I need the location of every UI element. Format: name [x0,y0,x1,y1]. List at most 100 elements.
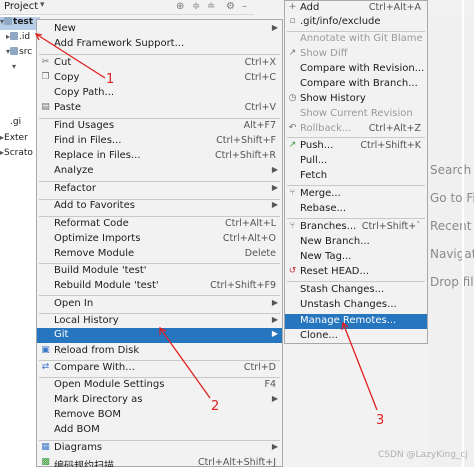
expand-icon[interactable]: ≐ [207,1,215,12]
folder-icon [4,17,13,25]
rollback-icon: ↶ [288,123,297,133]
editor-placeholder [428,15,474,467]
menu-item-replace-in-files[interactable]: Replace in Files... Ctrl+Shift+R [37,149,282,164]
submenu-arrow-icon: ▶ [271,183,278,192]
watermark: CSDN @LazyKing_cj [378,450,468,460]
scan-icon: ▩ [41,457,50,467]
git-item-annotate[interactable]: Annotate with Git Blame [285,32,427,47]
gear-plus-icon[interactable]: ⊕ [176,1,184,12]
project-tree: ▾ test ▸ .id ▾ src ▾ .gi ▸Exter ▸Scrato [0,15,40,467]
hint-navigation-bar: Navigati [430,247,474,261]
git-item-push[interactable]: ↗ Push... Ctrl+Shift+K [285,139,427,154]
folder-icon [10,32,19,40]
git-item-branches[interactable]: ⑂ Branches... Ctrl+Shift+` [285,220,427,235]
menu-item-add-to-favorites[interactable]: Add to Favorites ▶ [37,199,282,214]
git-item-merge[interactable]: ⑂ Merge... [285,187,427,202]
menu-separator [287,137,425,138]
git-item-rollback[interactable]: ↶ Rollback... Ctrl+Alt+Z [285,122,427,137]
git-item-fetch[interactable]: Fetch [285,169,427,184]
submenu-arrow-icon: ▶ [271,298,278,307]
clock-icon: ◷ [288,93,297,103]
menu-item-remove-bom[interactable]: Remove BOM [37,408,282,423]
menu-item-copy-path[interactable]: Copy Path... [37,86,282,101]
git-item-unstash[interactable]: Unstash Changes... [285,298,427,313]
menu-item-reload-from-disk[interactable]: ▣ Reload from Disk [37,344,282,359]
menu-item-git[interactable]: Git ▶ [37,328,282,343]
hint-go-to-file: Go to Fi [430,191,474,205]
git-item-rebase[interactable]: Rebase... [285,202,427,217]
hint-drop-files: Drop file [430,275,474,289]
git-item-new-branch[interactable]: New Branch... [285,235,427,250]
git-item-exclude[interactable]: ▫ .git/info/exclude [285,15,427,30]
menu-item-mark-directory-as[interactable]: Mark Directory as ▶ [37,393,282,408]
git-item-clone[interactable]: Clone... [285,329,427,344]
hint-search-everywhere: Search E [430,163,474,177]
tree-item-child[interactable]: ▾ [0,62,40,75]
menu-item-analyze[interactable]: Analyze ▶ [37,164,282,179]
menu-item-copy[interactable]: ❐ Copy Ctrl+C [37,71,282,86]
menu-item-local-history[interactable]: Local History ▶ [37,314,282,329]
folder-icon [10,47,19,55]
settings-icon[interactable]: ⚙ [226,1,235,12]
menu-separator [287,281,425,282]
tree-item-test[interactable]: ▾ test [0,17,40,30]
git-item-add[interactable]: + Add Ctrl+Alt+A [285,1,427,16]
submenu-arrow-icon: ▶ [271,394,278,403]
menu-separator [39,295,280,296]
project-toolbar: Project ▾ ⊕ ≑ ≐ ⚙ – [0,0,254,15]
menu-item-find-in-files[interactable]: Find in Files... Ctrl+Shift+F [37,134,282,149]
git-item-compare-branch[interactable]: Compare with Branch... [285,77,427,92]
submenu-arrow-icon: ▶ [271,315,278,324]
git-item-stash[interactable]: Stash Changes... [285,283,427,298]
menu-item-optimize-imports[interactable]: Optimize Imports Ctrl+Alt+O [37,232,282,247]
menu-item-reformat-code[interactable]: Reformat Code Ctrl+Alt+L [37,217,282,232]
menu-separator [287,218,425,219]
menu-item-find-usages[interactable]: Find Usages Alt+F7 [37,119,282,134]
menu-item-open-module-settings[interactable]: Open Module Settings F4 [37,378,282,393]
git-item-show-current-revision[interactable]: Show Current Revision [285,107,427,122]
tree-item-gitignore[interactable]: .gi [0,117,40,130]
compare-icon: ⇄ [41,362,50,372]
submenu-arrow-icon: ▶ [271,165,278,174]
menu-item-cut[interactable]: ✂ Cut Ctrl+X [37,56,282,71]
git-item-manage-remotes[interactable]: Manage Remotes... [285,314,427,329]
menu-item-open-in[interactable]: Open In ▶ [37,297,282,312]
submenu-arrow-icon: ▶ [271,442,278,451]
git-item-compare-revision[interactable]: Compare with Revision... [285,62,427,77]
git-item-pull[interactable]: Pull... [285,154,427,169]
git-item-show-history[interactable]: ◷ Show History [285,92,427,107]
chevron-down-icon[interactable]: ▾ [40,0,45,10]
menu-item-compare-with[interactable]: ⇄ Compare With... Ctrl+D [37,361,282,376]
hint-recent-files: Recent F [430,219,474,233]
menu-item-build-module[interactable]: Build Module 'test' [37,264,282,279]
tree-item-external-libraries[interactable]: ▸Exter [0,133,40,146]
diff-icon: ↗ [288,48,297,58]
git-item-new-tag[interactable]: New Tag... [285,250,427,265]
reset-icon: ↺ [288,266,297,276]
tree-item-src[interactable]: ▾ src [0,47,40,60]
annotation-number-2: 2 [211,399,220,414]
paste-icon: ▤ [41,102,50,112]
menu-item-code-scan[interactable]: ▩ 编码规约扫描 Ctrl+Alt+Shift+J [37,456,282,467]
window-edge [462,0,464,467]
branch-icon: ⑂ [289,221,296,231]
menu-item-refactor[interactable]: Refactor ▶ [37,182,282,197]
menu-item-new[interactable]: New ▶ [37,22,282,37]
tree-item-idea[interactable]: ▸ .id [0,32,40,45]
collapse-icon[interactable]: ≑ [192,1,200,12]
menu-item-rebuild-module[interactable]: Rebuild Module 'test' Ctrl+Shift+F9 [37,279,282,294]
push-icon: ↗ [288,140,297,150]
menu-item-add-bom[interactable]: Add BOM [37,423,282,438]
minimize-icon[interactable]: – [242,1,247,12]
plus-icon: + [288,2,297,12]
git-item-reset-head[interactable]: ↺ Reset HEAD... [285,265,427,280]
annotation-number-1: 1 [106,72,115,87]
menu-item-add-framework-support[interactable]: Add Framework Support... [37,37,282,52]
menu-item-remove-module[interactable]: Remove Module Delete [37,247,282,262]
project-title[interactable]: Project [4,1,38,12]
tree-item-scratches[interactable]: ▸Scrato [0,148,40,161]
menu-item-diagrams[interactable]: ▦ Diagrams ▶ [37,441,282,456]
submenu-arrow-icon: ▶ [271,200,278,209]
git-item-show-diff[interactable]: ↗ Show Diff [285,47,427,62]
menu-item-paste[interactable]: ▤ Paste Ctrl+V [37,101,282,116]
